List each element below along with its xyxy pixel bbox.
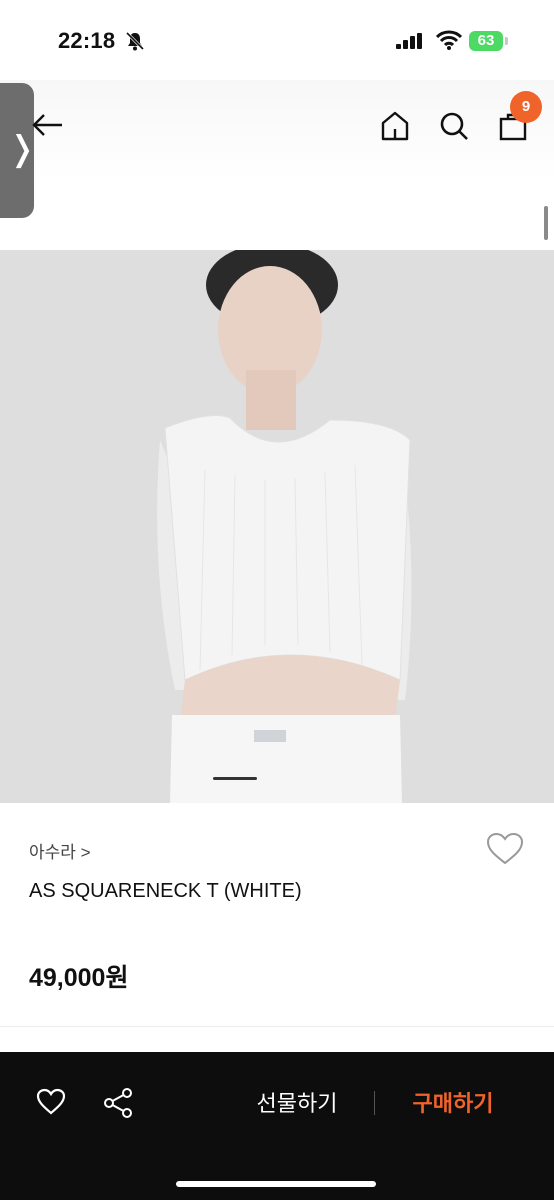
product-title: AS SQUARENECK T (WHITE): [29, 880, 302, 902]
wifi-icon: [435, 30, 463, 55]
image-page-indicator: [213, 777, 257, 780]
bell-slash-icon: [124, 30, 146, 57]
heart-icon[interactable]: [36, 1088, 66, 1121]
header: [0, 80, 554, 250]
status-bar: 22:18 63: [0, 0, 554, 80]
share-icon[interactable]: [103, 1087, 135, 1124]
product-image[interactable]: [0, 250, 554, 803]
cart-count-badge: 9: [510, 91, 542, 123]
battery-indicator: 63: [469, 31, 503, 51]
status-time: 22:18: [58, 28, 116, 53]
brand-link[interactable]: 아수라 >: [29, 838, 91, 863]
buy-button[interactable]: 구매하기: [396, 1086, 510, 1122]
product-price: 49,000원: [29, 964, 129, 992]
side-panel-tab[interactable]: ❭: [0, 83, 37, 218]
battery-cap: [505, 37, 508, 45]
home-indicator: [176, 1181, 376, 1187]
model-photo-illustration: [0, 250, 554, 803]
gift-button[interactable]: 선물하기: [236, 1086, 358, 1122]
scroll-indicator: [544, 206, 548, 240]
heart-icon[interactable]: [486, 832, 524, 871]
bar-separator: [374, 1091, 375, 1115]
divider: [0, 1026, 554, 1027]
search-icon[interactable]: [438, 110, 470, 147]
bottom-action-bar: [0, 1052, 554, 1200]
signal-icon: [396, 33, 424, 54]
home-icon[interactable]: [380, 110, 410, 147]
back-arrow-icon[interactable]: [30, 110, 64, 145]
